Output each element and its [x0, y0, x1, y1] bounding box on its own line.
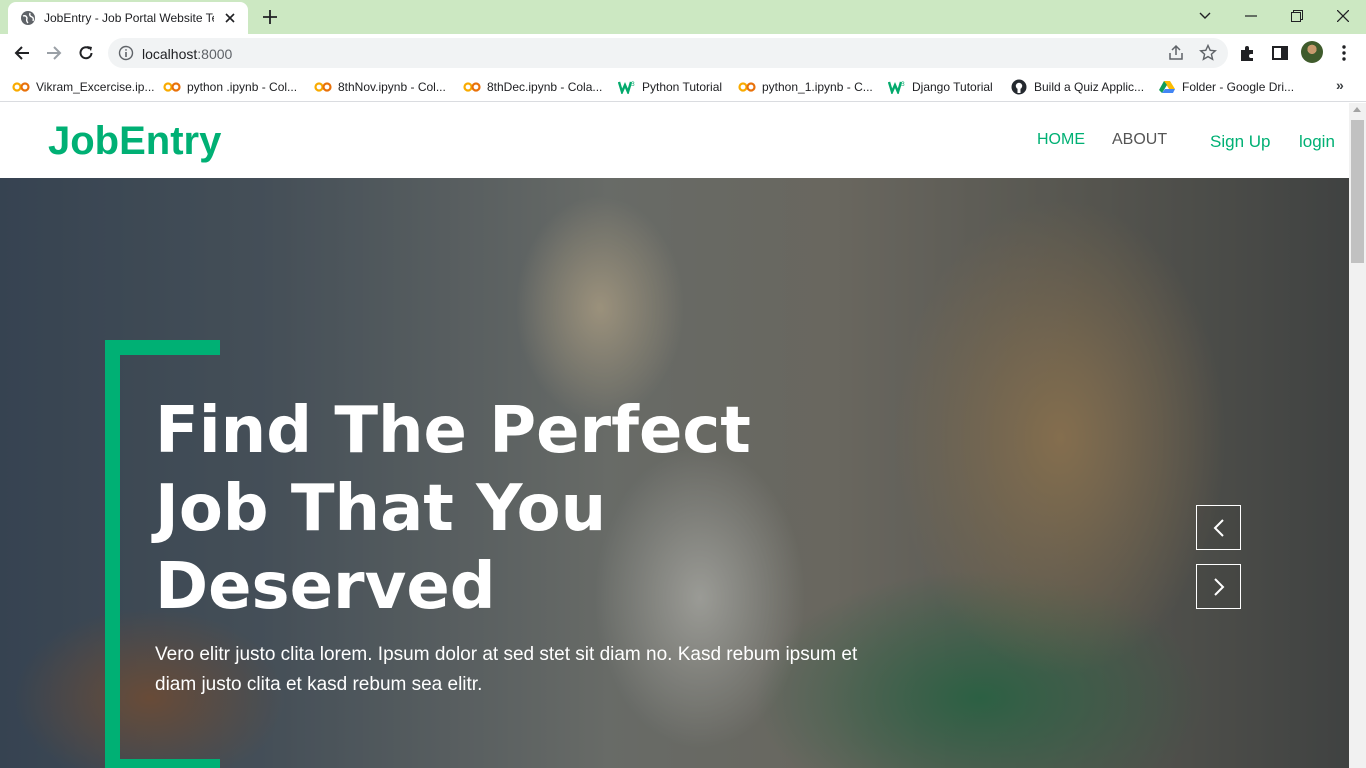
reload-icon: [79, 46, 93, 60]
info-icon[interactable]: [118, 45, 134, 61]
tab-title: JobEntry - Job Portal Website Template: [44, 11, 214, 25]
bookmark-label: Django Tutorial: [912, 80, 993, 94]
page-scrollbar[interactable]: [1349, 103, 1366, 768]
nav-about-link[interactable]: ABOUT: [1112, 131, 1167, 149]
hero-carousel: Find The Perfect Job That You Deserved V…: [0, 178, 1349, 768]
menu-button[interactable]: [1334, 43, 1354, 63]
bookmark-label: python .ipynb - Col...: [187, 80, 298, 94]
w3schools-icon: 3: [618, 80, 636, 94]
hero-description: Vero elitr justo clita lorem. Ipsum dolo…: [155, 644, 858, 695]
forward-button[interactable]: [40, 39, 68, 67]
arrow-right-icon: [47, 46, 62, 60]
chevron-left-icon: [1213, 518, 1224, 537]
chevron-right-icon: [1213, 577, 1224, 596]
hero-accent-bar: [105, 340, 120, 768]
site-navbar: JobEntry HOME ABOUT Sign Up login: [0, 103, 1349, 178]
minimize-button[interactable]: [1228, 0, 1274, 32]
more-bookmarks-button[interactable]: »: [1336, 77, 1352, 97]
bookmark-item[interactable]: Vikram_Excercise.ip...: [12, 77, 154, 97]
profile-avatar[interactable]: [1301, 41, 1323, 63]
share-icon[interactable]: [1167, 44, 1185, 62]
back-button[interactable]: [8, 39, 36, 67]
colab-icon: [163, 80, 181, 94]
address-bar[interactable]: localhost:8000: [108, 38, 1228, 68]
bookmark-item[interactable]: 8thNov.ipynb - Col...: [314, 77, 446, 97]
url-host: localhost: [142, 46, 198, 62]
tab-search-button[interactable]: [1182, 0, 1228, 32]
carousel-prev-button[interactable]: [1196, 505, 1241, 550]
scroll-up-arrow-icon[interactable]: [1353, 107, 1361, 112]
drive-icon: [1158, 80, 1176, 94]
bookmark-item[interactable]: 3 Django Tutorial: [888, 77, 993, 97]
hero-title-line: Job That You: [155, 472, 607, 546]
colab-icon: [12, 80, 30, 94]
bookmark-star-icon[interactable]: [1199, 44, 1217, 62]
w3schools-icon: 3: [888, 80, 906, 94]
bookmark-item[interactable]: Build a Quiz Applic...: [1010, 77, 1144, 97]
globe-icon: [21, 11, 35, 25]
bookmark-label: Vikram_Excercise.ip...: [36, 80, 155, 94]
bookmark-item[interactable]: 3 Python Tutorial: [618, 77, 722, 97]
web-page: JobEntry HOME ABOUT Sign Up login Find T…: [0, 103, 1349, 768]
bookmark-item[interactable]: python_1.ipynb - C...: [738, 77, 873, 97]
chevron-down-icon: [1199, 12, 1211, 19]
side-panel-icon: [1272, 46, 1288, 60]
close-tab-icon[interactable]: [222, 10, 238, 26]
bookmark-label: 8thNov.ipynb - Col...: [338, 80, 446, 94]
bookmark-label: Folder - Google Dri...: [1182, 80, 1295, 94]
restore-icon: [1291, 10, 1303, 22]
plus-icon: [263, 10, 277, 24]
carousel-next-button[interactable]: [1196, 564, 1241, 609]
svg-text:3: 3: [901, 81, 905, 88]
url-port: :8000: [197, 46, 233, 62]
bookmark-item[interactable]: python .ipynb - Col...: [163, 77, 297, 97]
puzzle-icon: [1241, 46, 1253, 61]
browser-tab[interactable]: JobEntry - Job Portal Website Template: [8, 2, 248, 34]
bookmark-item[interactable]: Folder - Google Dri...: [1158, 77, 1294, 97]
nav-home-link[interactable]: HOME: [1037, 131, 1085, 149]
browser-toolbar: localhost:8000: [0, 34, 1366, 72]
colab-icon: [463, 80, 481, 94]
hero-title: Find The Perfect Job That You Deserved: [155, 392, 875, 626]
url-text[interactable]: localhost:8000: [142, 46, 232, 62]
site-logo[interactable]: JobEntry: [48, 119, 221, 164]
hero-title-line: Find The Perfect: [155, 394, 751, 468]
bookmark-label: python_1.ipynb - C...: [762, 80, 873, 94]
close-window-button[interactable]: [1320, 0, 1366, 32]
nav-login-link[interactable]: login: [1299, 132, 1335, 152]
bookmark-label: Python Tutorial: [642, 80, 723, 94]
hero-accent-bar-top: [105, 340, 220, 355]
reload-button[interactable]: [72, 39, 100, 67]
hero-title-line: Deserved: [155, 550, 496, 624]
scrollbar-thumb[interactable]: [1351, 120, 1364, 263]
new-tab-button[interactable]: [258, 6, 282, 28]
minimize-icon: [1245, 15, 1257, 17]
colab-icon: [738, 80, 756, 94]
restore-button[interactable]: [1274, 0, 1320, 32]
bookmark-label: Build a Quiz Applic...: [1034, 80, 1145, 94]
arrow-left-icon: [14, 46, 29, 60]
close-icon: [1337, 10, 1349, 22]
hero-accent-bar-bottom: [105, 759, 220, 768]
bookmark-label: 8thDec.ipynb - Cola...: [487, 80, 603, 94]
kebab-menu-icon: [1342, 45, 1346, 61]
side-panel-button[interactable]: [1270, 43, 1290, 63]
nav-signup-link[interactable]: Sign Up: [1210, 132, 1270, 152]
github-icon: [1010, 79, 1028, 95]
svg-text:3: 3: [631, 81, 635, 88]
extensions-button[interactable]: [1238, 43, 1258, 63]
bookmarks-bar: Vikram_Excercise.ip... python .ipynb - C…: [0, 72, 1366, 102]
browser-titlebar: JobEntry - Job Portal Website Template: [0, 0, 1366, 34]
bookmark-item[interactable]: 8thDec.ipynb - Cola...: [463, 77, 602, 97]
colab-icon: [314, 80, 332, 94]
